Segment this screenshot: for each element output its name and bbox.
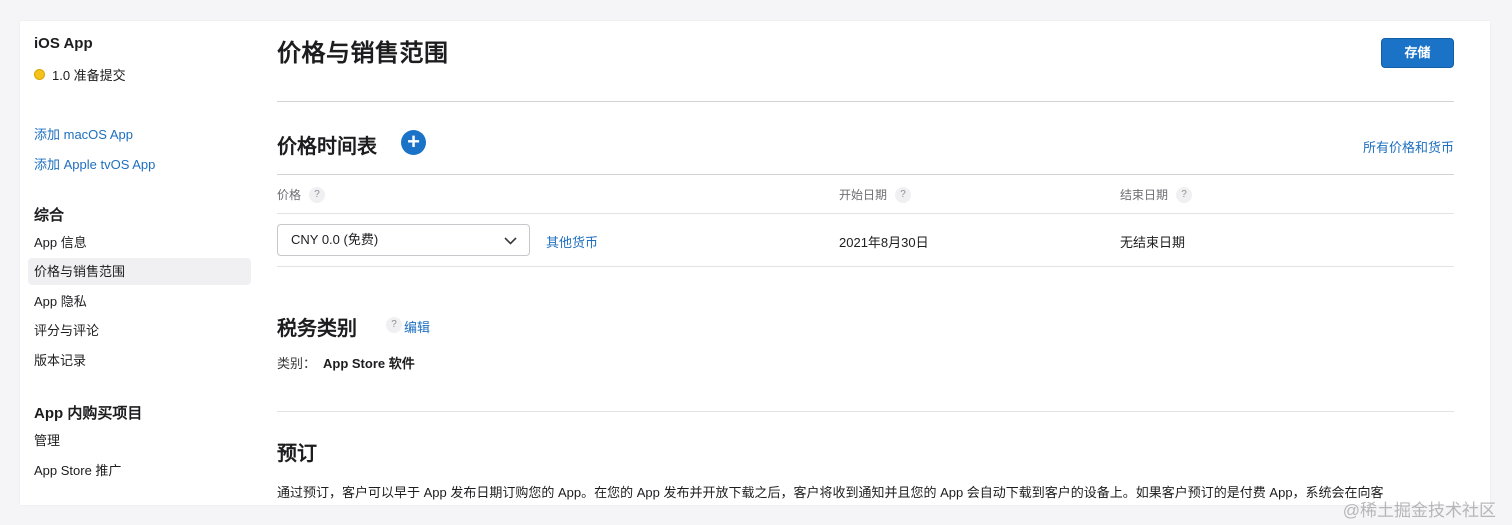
sidebar-item-app-info[interactable]: App 信息 [28,229,251,256]
preorder-description: 通过预订，客户可以早于 App 发布日期订购您的 App。在您的 App 发布并… [277,485,1384,500]
help-icon[interactable]: ? [309,186,326,203]
end-date-value: 无结束日期 [1120,235,1186,250]
main-content: 价格与销售范围 存储 价格时间表 + 所有价格和货币 价格 ? 开始日期 ? 结… [277,21,1454,505]
divider [277,411,1454,412]
chevron-down-icon [504,225,517,255]
page-title: 价格与销售范围 [277,40,449,67]
help-icon[interactable]: ? [895,186,912,203]
version-status: 1.0 准备提交 [34,65,126,84]
column-header-label: 价格 [277,188,302,202]
add-macos-app-link[interactable]: 添加 macOS App [34,124,133,143]
price-tier-value: CNY 0.0 (免费) [291,232,379,247]
column-header-label: 结束日期 [1120,188,1169,202]
divider [277,101,1454,102]
version-status-label: 1.0 准备提交 [52,68,126,83]
column-header-start-date: 开始日期 ? [839,186,912,203]
content-card: iOS App 1.0 准备提交 添加 macOS App 添加 Apple t… [20,21,1490,505]
price-tier-select[interactable]: CNY 0.0 (免费) [277,224,530,256]
sidebar-item-iap-manage[interactable]: 管理 [28,427,251,454]
plus-icon: + [407,129,420,154]
general-heading: 综合 [34,207,65,224]
category-value: App Store 软件 [323,356,415,371]
sidebar-item-pricing[interactable]: 价格与销售范围 [28,258,251,285]
add-tvos-app-link[interactable]: 添加 Apple tvOS App [34,154,155,173]
all-prices-link[interactable]: 所有价格和货币 [1363,137,1454,156]
other-currencies-link[interactable]: 其他货币 [546,232,598,251]
column-header-end-date: 结束日期 ? [1120,186,1193,203]
sidebar-item-app-store-promotion[interactable]: App Store 推广 [28,457,251,484]
sidebar-item-version-history[interactable]: 版本记录 [28,347,251,374]
watermark-text: @稀土掘金技术社区 [1342,501,1496,520]
help-icon[interactable]: ? [386,317,402,333]
preorder-title: 预订 [277,443,317,465]
sidebar-item-app-privacy[interactable]: App 隐私 [28,288,251,315]
add-price-button[interactable]: + [401,130,426,155]
sidebar-item-ratings-reviews[interactable]: 评分与评论 [28,317,251,344]
help-icon[interactable]: ? [1176,186,1193,203]
sidebar: iOS App 1.0 准备提交 添加 macOS App 添加 Apple t… [20,21,260,505]
tax-category-title: 税务类别 [277,318,357,340]
price-schedule-title: 价格时间表 [277,136,377,158]
edit-tax-category-link[interactable]: 编辑 [404,317,430,336]
divider [277,213,1454,214]
divider [277,266,1454,267]
start-date-value: 2021年8月30日 [839,235,929,250]
column-header-label: 开始日期 [839,188,888,202]
status-dot-icon [34,69,45,80]
column-header-price: 价格 ? [277,186,326,203]
category-label: 类别： [277,356,317,371]
divider [277,174,1454,175]
save-button[interactable]: 存储 [1381,38,1454,68]
iap-heading: App 内购买项目 [34,405,143,422]
app-title: iOS App [34,35,93,52]
